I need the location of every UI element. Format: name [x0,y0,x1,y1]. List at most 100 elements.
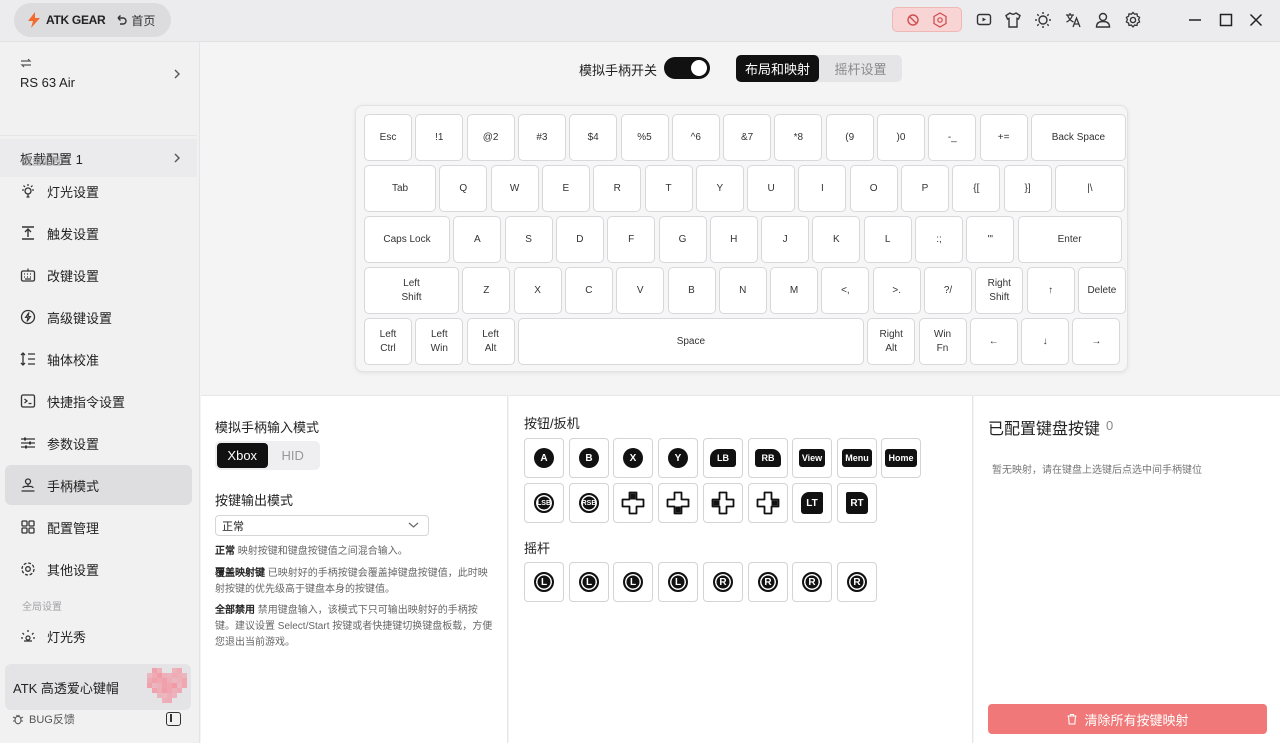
collapse-sidebar-icon[interactable] [166,712,181,726]
gamepad-button-dpad-left[interactable] [703,483,743,523]
close-icon[interactable] [1245,9,1267,31]
key-3-6[interactable]: N [719,267,767,314]
key-2-10[interactable]: :; [915,216,963,263]
key-1-6[interactable]: Y [696,165,744,212]
sun-icon[interactable] [1032,9,1054,31]
key-3-4[interactable]: V [616,267,664,314]
stick-r-1[interactable]: R [748,562,788,602]
key-4-0[interactable]: Left Ctrl [364,318,412,365]
key-3-2[interactable]: X [514,267,562,314]
gamepad-button-view[interactable]: View [792,438,832,478]
key-0-6[interactable]: ^6 [672,114,720,161]
nav-config-manager[interactable]: 配置管理 [5,507,192,547]
device-selector[interactable]: RS 63 Air [0,48,197,136]
key-1-3[interactable]: E [542,165,590,212]
key-0-9[interactable]: (9 [826,114,874,161]
key-4-8[interactable]: → [1072,318,1120,365]
key-3-3[interactable]: C [565,267,613,314]
video-icon[interactable] [973,9,995,31]
key-2-11[interactable]: "' [966,216,1014,263]
key-3-7[interactable]: M [770,267,818,314]
maximize-icon[interactable] [1215,9,1237,31]
option-hid[interactable]: HID [268,443,319,468]
nav-light-show[interactable]: 灯光秀 [5,616,192,656]
key-0-3[interactable]: #3 [518,114,566,161]
gamepad-button-b[interactable]: B [569,438,609,478]
key-2-6[interactable]: H [710,216,758,263]
key-0-11[interactable]: -_ [928,114,976,161]
key-1-4[interactable]: R [593,165,641,212]
key-1-0[interactable]: Tab [364,165,436,212]
key-1-1[interactable]: Q [439,165,487,212]
nav-other-settings[interactable]: 其他设置 [5,549,192,589]
key-2-5[interactable]: G [659,216,707,263]
settings-gear-icon[interactable] [1122,9,1144,31]
key-3-1[interactable]: Z [462,267,510,314]
key-0-8[interactable]: *8 [774,114,822,161]
key-4-5[interactable]: Win Fn [919,318,967,365]
key-4-2[interactable]: Left Alt [467,318,515,365]
gamepad-button-a[interactable]: A [524,438,564,478]
gamepad-button-dpad-up[interactable] [613,483,653,523]
key-0-7[interactable]: &7 [723,114,771,161]
nav-gamepad-mode[interactable]: 手柄模式 [5,465,192,505]
clear-mappings-button[interactable]: 清除所有按键映射 [988,704,1267,734]
key-3-13[interactable]: Delete [1078,267,1126,314]
translate-icon[interactable] [1062,9,1084,31]
tab-layout-mapping[interactable]: 布局和映射 [736,55,819,82]
nav-parameters[interactable]: 参数设置 [5,423,192,463]
key-3-9[interactable]: >. [873,267,921,314]
key-1-12[interactable]: }] [1004,165,1052,212]
key-2-3[interactable]: D [556,216,604,263]
key-1-11[interactable]: {[ [952,165,1000,212]
status-capsule[interactable] [892,7,962,32]
shirt-icon[interactable] [1002,9,1024,31]
gamepad-button-lb[interactable]: LB [703,438,743,478]
key-4-3[interactable]: Space [518,318,864,365]
key-3-10[interactable]: ?/ [924,267,972,314]
gamepad-button-rb[interactable]: RB [748,438,788,478]
key-0-5[interactable]: %5 [621,114,669,161]
promo-banner[interactable]: ATK 高透爱心键帽 [5,664,191,710]
stick-r-3[interactable]: R [837,562,877,602]
gamepad-button-lsb[interactable]: LSB [524,483,564,523]
gamepad-button-rsb[interactable]: RSB [569,483,609,523]
key-4-6[interactable]: ← [970,318,1018,365]
gamepad-button-dpad-right[interactable] [748,483,788,523]
gamepad-button-x[interactable]: X [613,438,653,478]
minimize-icon[interactable] [1184,9,1206,31]
gamepad-button-menu[interactable]: Menu [837,438,877,478]
key-0-10[interactable]: )0 [877,114,925,161]
key-1-13[interactable]: |\ [1055,165,1125,212]
key-2-4[interactable]: F [607,216,655,263]
key-1-5[interactable]: T [645,165,693,212]
key-3-11[interactable]: Right Shift [975,267,1023,314]
stick-l-0[interactable]: L [524,562,564,602]
key-0-0[interactable]: Esc [364,114,412,161]
user-icon[interactable] [1092,9,1114,31]
key-4-7[interactable]: ↓ [1021,318,1069,365]
key-1-2[interactable]: W [491,165,539,212]
output-mode-select[interactable]: 正常 [215,515,429,536]
gamepad-button-y[interactable]: Y [658,438,698,478]
gamepad-button-rt[interactable]: RT [837,483,877,523]
stick-l-1[interactable]: L [569,562,609,602]
key-4-1[interactable]: Left Win [415,318,463,365]
nav-calibration[interactable]: 轴体校准 [5,339,192,379]
key-3-0[interactable]: Left Shift [364,267,459,314]
key-3-8[interactable]: <, [821,267,869,314]
key-1-9[interactable]: O [850,165,898,212]
gamepad-toggle[interactable] [664,57,710,79]
key-0-4[interactable]: $4 [569,114,617,161]
key-1-10[interactable]: P [901,165,949,212]
key-2-12[interactable]: Enter [1018,216,1122,263]
nav-remap[interactable]: 改键设置 [5,255,192,295]
key-0-1[interactable]: !1 [415,114,463,161]
home-button[interactable]: 首页 [115,12,155,29]
nav-lighting[interactable]: 灯光设置 [5,171,192,211]
gamepad-button-dpad-down[interactable] [658,483,698,523]
key-2-0[interactable]: Caps Lock [364,216,450,263]
stick-l-2[interactable]: L [613,562,653,602]
key-2-9[interactable]: L [864,216,912,263]
stick-l-3[interactable]: L [658,562,698,602]
